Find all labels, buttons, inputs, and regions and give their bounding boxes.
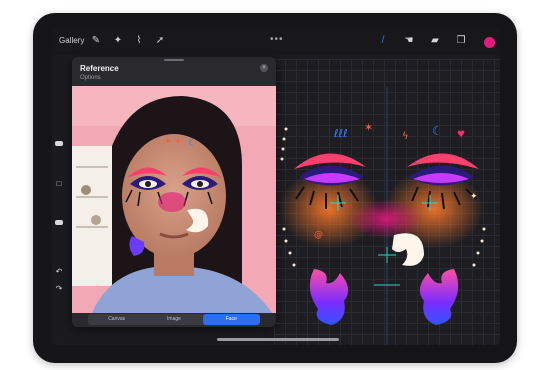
selection-icon[interactable]: ⌇ [133,35,145,47]
svg-text:✶: ✶ [364,121,373,134]
top-toolbar: Gallery ✎ ✦ ⌇ ➚ ••• / ☚ ▰ ❐ [52,29,500,55]
panel-drag-handle[interactable] [164,59,184,61]
svg-text:ℓℓℓ: ℓℓℓ [333,127,348,140]
svg-text:☾: ☾ [432,124,443,138]
face-paint-artwork: ℓℓℓ ✶ ☾ ♥ ϟ ✦ @ [279,87,486,345]
svg-text:@: @ [314,230,323,240]
app-screen: Gallery ✎ ✦ ⌇ ➚ ••• / ☚ ▰ ❐ □ ↶ ↷ ℓℓℓ ✶ … [52,29,500,345]
svg-text:✦: ✦ [470,192,478,202]
layers-icon[interactable]: ❐ [455,35,467,47]
color-swatch[interactable] [484,37,495,48]
reference-tabs: Canvas Image Face [88,314,260,325]
svg-text:ϟ: ϟ [402,131,409,142]
arrow-icon[interactable]: ➚ [154,35,166,47]
eraser-icon[interactable]: ▰ [429,35,441,47]
gallery-button[interactable]: Gallery [59,36,84,45]
options-link[interactable]: Options [80,75,101,81]
redo-icon[interactable]: ↷ [54,284,64,294]
drawing-canvas[interactable]: ℓℓℓ ✶ ☾ ♥ ϟ ✦ @ [274,59,500,345]
svg-text:♥: ♥ [457,130,465,140]
reference-panel[interactable]: Reference Options × ✶ ✦ ☾ Canvas Image F… [72,57,276,327]
more-icon[interactable]: ••• [270,34,284,45]
undo-icon[interactable]: ↶ [54,267,64,277]
panel-title: Reference [80,64,119,73]
svg-text:✶ ✦: ✶ ✦ [164,137,182,147]
opacity-slider[interactable] [55,220,63,225]
brush-icon[interactable]: / [377,35,389,47]
tab-canvas[interactable]: Canvas [88,314,145,325]
reference-photo: ✶ ✦ ☾ [72,86,276,313]
tab-image[interactable]: Image [145,314,202,325]
wand-icon[interactable]: ✦ [112,35,124,47]
wrench-icon[interactable]: ✎ [90,35,102,47]
svg-text:☾: ☾ [188,138,197,149]
home-indicator [217,338,339,341]
brush-size-slider[interactable] [55,141,63,146]
smudge-icon[interactable]: ☚ [403,35,415,47]
tab-face[interactable]: Face [202,314,260,325]
modify-icon[interactable]: □ [54,179,64,189]
close-icon[interactable]: × [260,64,268,72]
sidebar: □ ↶ ↷ [52,124,66,314]
